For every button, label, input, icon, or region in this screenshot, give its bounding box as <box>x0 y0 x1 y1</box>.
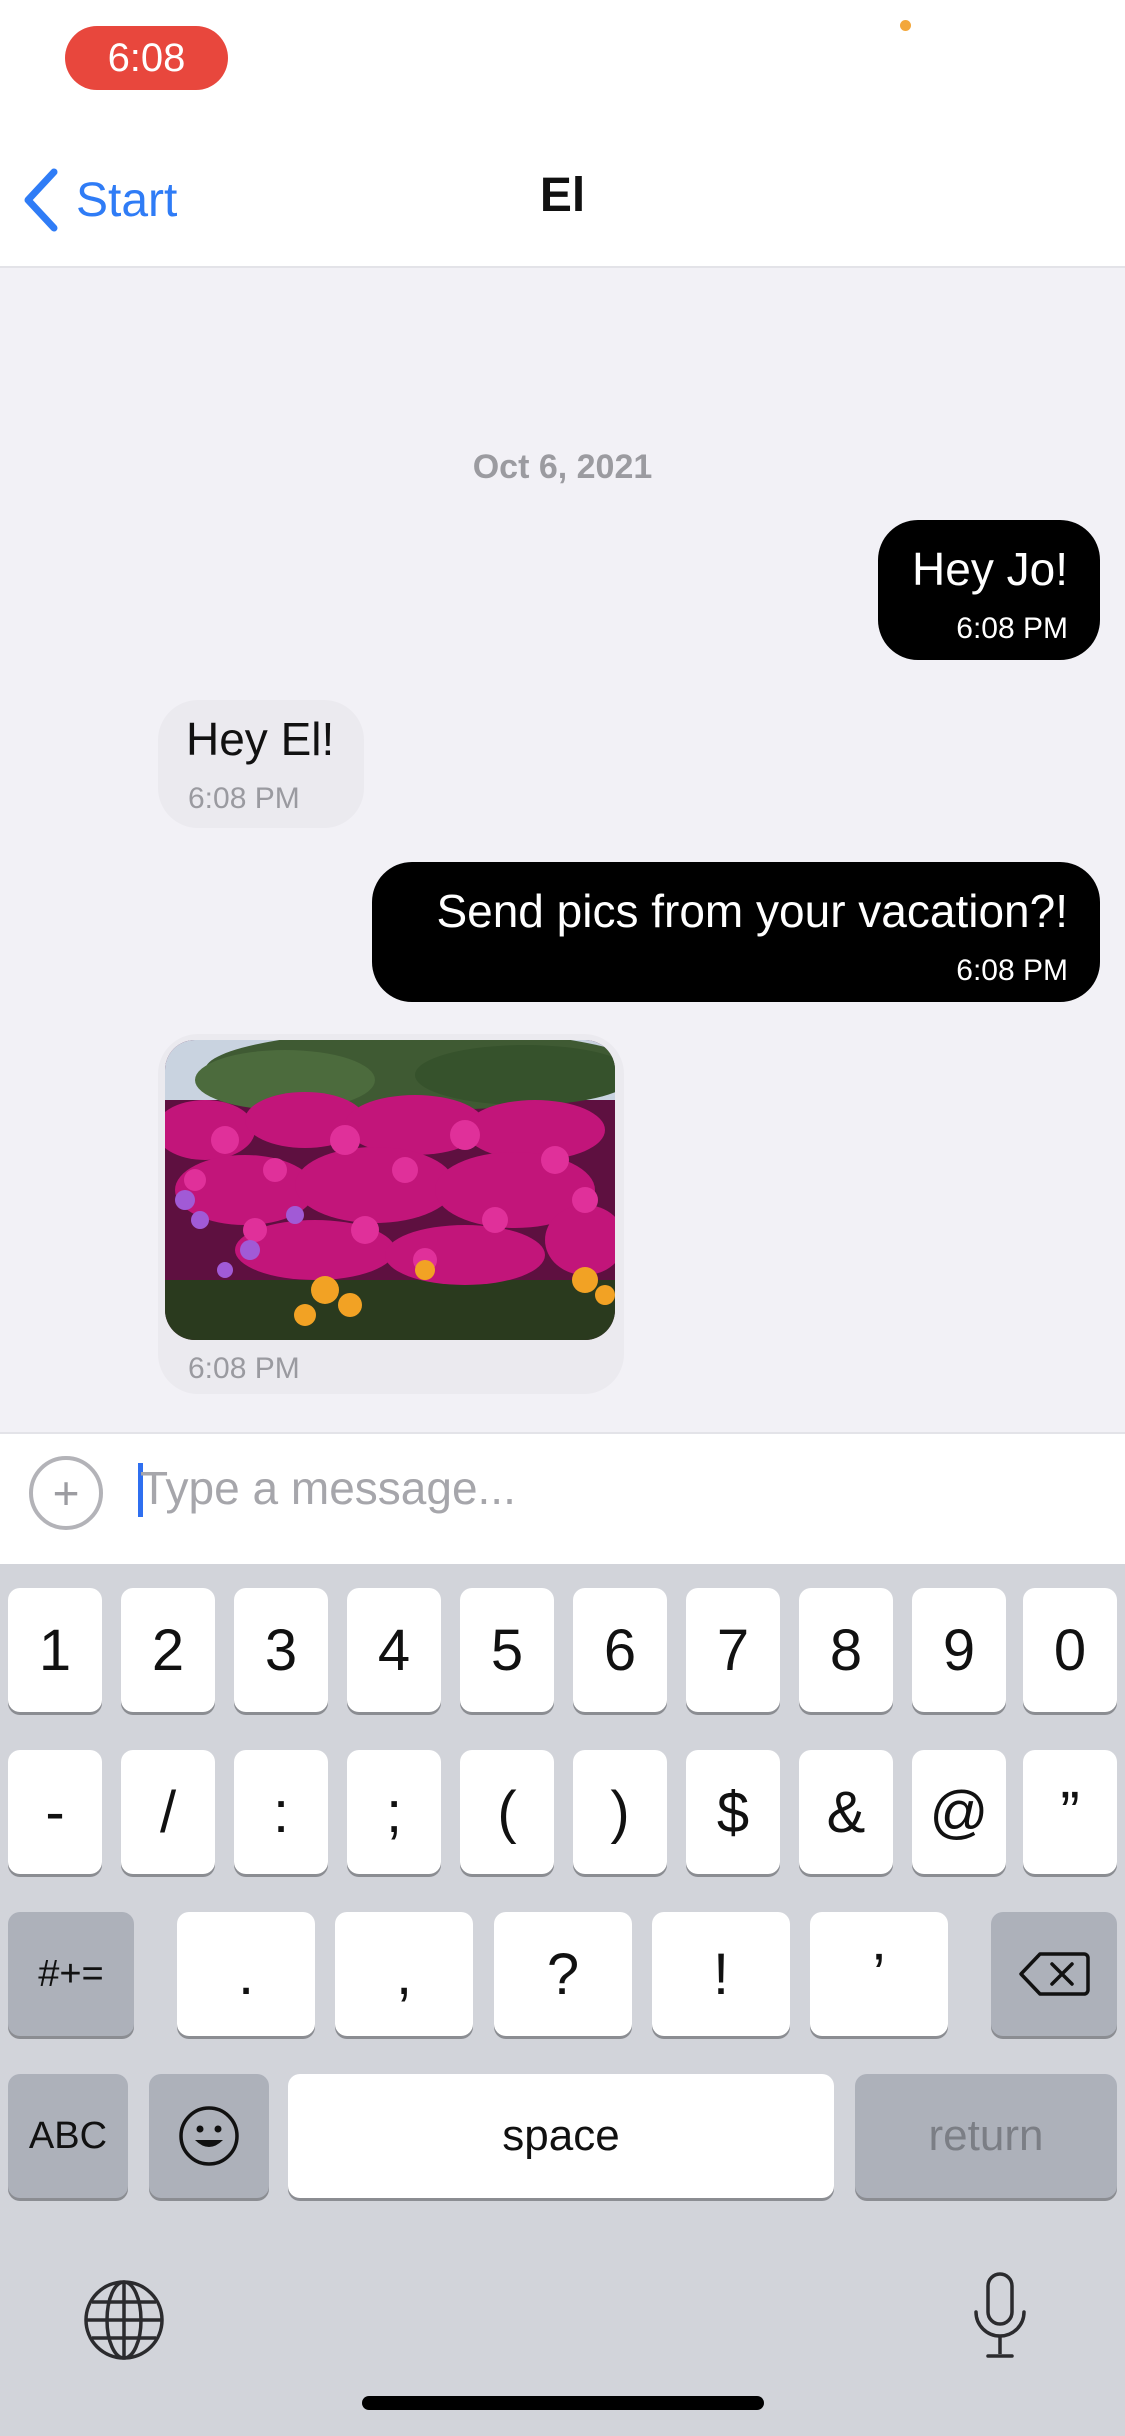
key-7[interactable]: 7 <box>686 1588 780 1712</box>
message-input[interactable] <box>140 1452 1040 1524</box>
key-0[interactable]: 0 <box>1023 1588 1117 1712</box>
key-hyphen[interactable]: - <box>8 1750 102 1874</box>
key-5[interactable]: 5 <box>460 1588 554 1712</box>
key-open-paren[interactable]: ( <box>460 1750 554 1874</box>
plus-circle-icon[interactable]: + <box>29 1456 103 1530</box>
privacy-indicator-dot <box>900 20 911 31</box>
microphone-icon <box>974 2272 1026 2358</box>
status-time: 6:08 <box>65 26 228 90</box>
key-ampersand[interactable]: & <box>799 1750 893 1874</box>
date-separator: Oct 6, 2021 <box>472 448 653 486</box>
key-slash[interactable]: / <box>121 1750 215 1874</box>
key-colon[interactable]: : <box>234 1750 328 1874</box>
key-symbols-toggle[interactable]: #+= <box>8 1912 134 2036</box>
space-key[interactable]: space <box>288 2074 834 2198</box>
key-9[interactable]: 9 <box>912 1588 1006 1712</box>
message-time: 6:08 PM <box>956 954 1068 987</box>
key-dollar[interactable]: $ <box>686 1750 780 1874</box>
key-comma[interactable]: , <box>335 1912 473 2036</box>
globe-icon <box>84 2280 164 2360</box>
vacation-photo[interactable] <box>165 1040 615 1340</box>
flower-photo-image <box>165 1040 615 1340</box>
key-8[interactable]: 8 <box>799 1588 893 1712</box>
key-at[interactable]: @ <box>912 1750 1006 1874</box>
key-2[interactable]: 2 <box>121 1588 215 1712</box>
home-indicator <box>362 2396 764 2410</box>
message-bubble-incoming[interactable]: Hey El! 6:08 PM <box>158 700 364 828</box>
key-apostrophe[interactable]: ’ <box>810 1912 948 2036</box>
key-quote[interactable]: ” <box>1023 1750 1117 1874</box>
key-1[interactable]: 1 <box>8 1588 102 1712</box>
emoji-key[interactable] <box>149 2074 269 2198</box>
key-question[interactable]: ? <box>494 1912 632 2036</box>
key-exclamation[interactable]: ! <box>652 1912 790 2036</box>
delete-key[interactable] <box>991 1912 1117 2036</box>
key-3[interactable]: 3 <box>234 1588 328 1712</box>
message-time: 6:08 PM <box>188 782 300 815</box>
conversation-title: El <box>539 169 586 222</box>
emoji-icon <box>179 2106 239 2166</box>
key-abc[interactable]: ABC <box>8 2074 128 2198</box>
key-semicolon[interactable]: ; <box>347 1750 441 1874</box>
key-6[interactable]: 6 <box>573 1588 667 1712</box>
message-time: 6:08 PM <box>956 612 1068 645</box>
return-key[interactable]: return <box>855 2074 1117 2198</box>
key-close-paren[interactable]: ) <box>573 1750 667 1874</box>
message-bubble-outgoing[interactable]: Hey Jo! 6:08 PM <box>878 520 1100 660</box>
message-time: 6:08 PM <box>188 1352 300 1385</box>
message-text: Send pics from your vacation?! <box>436 885 1068 937</box>
message-text: Hey Jo! <box>912 543 1068 595</box>
dictation-key[interactable] <box>960 2268 1040 2368</box>
message-text: Hey El! <box>186 713 335 765</box>
delete-icon <box>1019 1952 1090 1996</box>
key-period[interactable]: . <box>177 1912 315 2036</box>
message-bubble-outgoing[interactable]: Send pics from your vacation?! 6:08 PM <box>372 862 1100 1002</box>
globe-key[interactable] <box>80 2276 168 2364</box>
key-4[interactable]: 4 <box>347 1588 441 1712</box>
